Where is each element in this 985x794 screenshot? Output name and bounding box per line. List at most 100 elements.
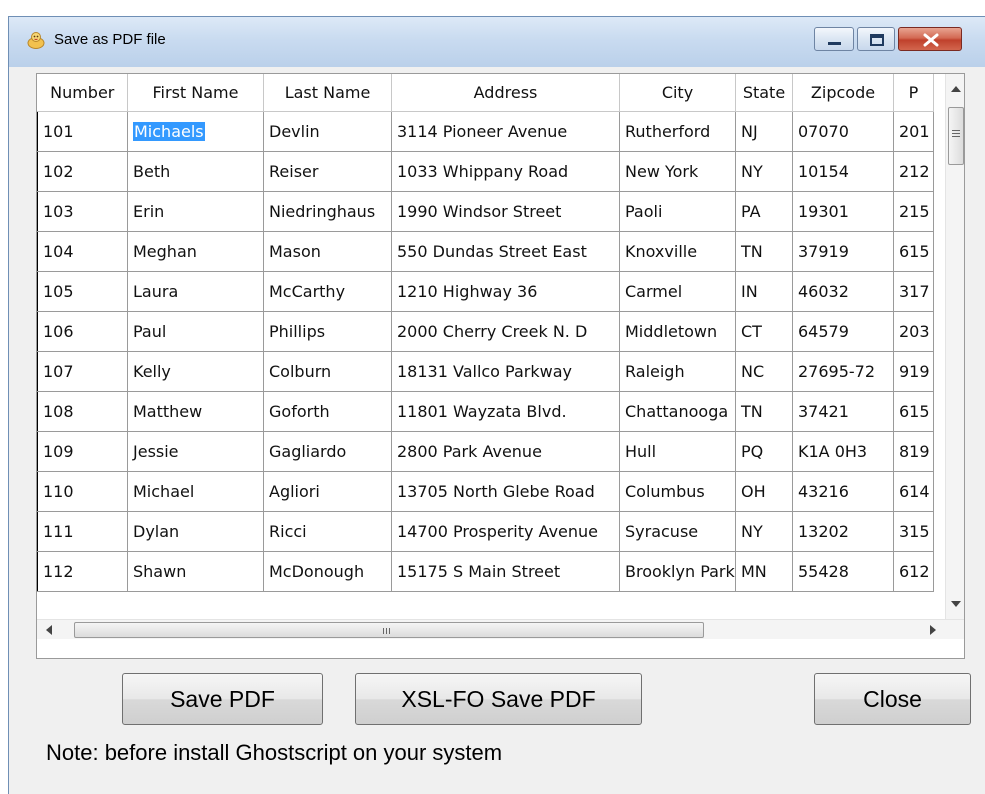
cell-phone[interactable]: 215 (893, 191, 934, 232)
cell-number[interactable]: 109 (37, 431, 128, 472)
cell-state[interactable]: TN (735, 391, 793, 432)
minimize-button[interactable] (814, 27, 854, 51)
column-header-address[interactable]: Address (391, 74, 620, 112)
cell-first-name[interactable]: Shawn (127, 551, 264, 592)
save-pdf-button[interactable]: Save PDF (122, 673, 323, 725)
horizontal-scrollbar[interactable] (37, 619, 964, 639)
cell-state[interactable]: TN (735, 231, 793, 272)
column-header-zipcode[interactable]: Zipcode (792, 74, 894, 112)
cell-first-name[interactable]: Erin (127, 191, 264, 232)
cell-first-name[interactable]: Dylan (127, 511, 264, 552)
scroll-left-arrow-icon[interactable] (46, 625, 52, 635)
cell-address[interactable]: 18131 Vallco Parkway (391, 351, 620, 392)
cell-last-name[interactable]: Mason (263, 231, 392, 272)
cell-state[interactable]: MN (735, 551, 793, 592)
cell-number[interactable]: 111 (37, 511, 128, 552)
table-row[interactable]: 106 Paul Phillips 2000 Cherry Creek N. D… (37, 311, 934, 352)
cell-last-name[interactable]: Niedringhaus (263, 191, 392, 232)
cell-zipcode[interactable]: 19301 (792, 191, 894, 232)
cell-first-name[interactable]: Paul (127, 311, 264, 352)
cell-city[interactable]: Paoli (619, 191, 736, 232)
horizontal-scroll-thumb[interactable] (74, 622, 704, 638)
cell-first-name[interactable]: Laura (127, 271, 264, 312)
cell-phone[interactable]: 201 (893, 111, 934, 152)
cell-last-name[interactable]: Goforth (263, 391, 392, 432)
table-row[interactable]: 108 Matthew Goforth 11801 Wayzata Blvd. … (37, 391, 934, 432)
cell-city[interactable]: Columbus (619, 471, 736, 512)
column-header-number[interactable]: Number (37, 74, 128, 112)
cell-first-name[interactable]: Matthew (127, 391, 264, 432)
cell-phone[interactable]: 819 (893, 431, 934, 472)
cell-city[interactable]: Syracuse (619, 511, 736, 552)
cell-city[interactable]: Carmel (619, 271, 736, 312)
cell-zipcode[interactable]: 46032 (792, 271, 894, 312)
cell-address[interactable]: 14700 Prosperity Avenue (391, 511, 620, 552)
cell-state[interactable]: CT (735, 311, 793, 352)
cell-zipcode[interactable]: 27695-72 (792, 351, 894, 392)
cell-city[interactable]: New York (619, 151, 736, 192)
data-table-view[interactable]: Number First Name Last Name Address City… (36, 73, 965, 659)
cell-phone[interactable]: 212 (893, 151, 934, 192)
cell-zipcode[interactable]: 55428 (792, 551, 894, 592)
cell-city[interactable]: Raleigh (619, 351, 736, 392)
cell-zipcode[interactable]: 37919 (792, 231, 894, 272)
table-row[interactable]: 104 Meghan Mason 550 Dundas Street East … (37, 231, 934, 272)
cell-number[interactable]: 106 (37, 311, 128, 352)
cell-address[interactable]: 1210 Highway 36 (391, 271, 620, 312)
cell-state[interactable]: NY (735, 151, 793, 192)
cell-last-name[interactable]: Agliori (263, 471, 392, 512)
cell-first-name[interactable]: Meghan (127, 231, 264, 272)
cell-state[interactable]: NJ (735, 111, 793, 152)
cell-phone[interactable]: 615 (893, 391, 934, 432)
column-header-city[interactable]: City (619, 74, 736, 112)
cell-city[interactable]: Hull (619, 431, 736, 472)
maximize-button[interactable] (857, 27, 895, 51)
title-bar[interactable]: Save as PDF file (9, 17, 985, 67)
cell-last-name[interactable]: Colburn (263, 351, 392, 392)
data-grid[interactable]: Number First Name Last Name Address City… (37, 74, 945, 619)
cell-state[interactable]: IN (735, 271, 793, 312)
cell-address[interactable]: 13705 North Glebe Road (391, 471, 620, 512)
cell-zipcode[interactable]: K1A 0H3 (792, 431, 894, 472)
cell-first-name[interactable]: Jessie (127, 431, 264, 472)
cell-phone[interactable]: 614 (893, 471, 934, 512)
cell-address[interactable]: 2800 Park Avenue (391, 431, 620, 472)
table-row[interactable]: 103 Erin Niedringhaus 1990 Windsor Stree… (37, 191, 934, 232)
cell-last-name[interactable]: Reiser (263, 151, 392, 192)
cell-last-name[interactable]: McDonough (263, 551, 392, 592)
column-header-state[interactable]: State (735, 74, 793, 112)
column-header-first-name[interactable]: First Name (127, 74, 264, 112)
cell-number[interactable]: 103 (37, 191, 128, 232)
vertical-scroll-thumb[interactable] (948, 107, 964, 165)
cell-zipcode[interactable]: 10154 (792, 151, 894, 192)
cell-address[interactable]: 1990 Windsor Street (391, 191, 620, 232)
cell-address[interactable]: 3114 Pioneer Avenue (391, 111, 620, 152)
xslfo-save-pdf-button[interactable]: XSL-FO Save PDF (355, 673, 642, 725)
cell-zipcode[interactable]: 64579 (792, 311, 894, 352)
vertical-scrollbar[interactable] (945, 74, 964, 619)
cell-state[interactable]: NC (735, 351, 793, 392)
cell-number[interactable]: 102 (37, 151, 128, 192)
cell-first-name[interactable]: Beth (127, 151, 264, 192)
cell-address[interactable]: 2000 Cherry Creek N. D (391, 311, 620, 352)
column-header-phone[interactable]: P (893, 74, 934, 112)
cell-phone[interactable]: 615 (893, 231, 934, 272)
table-row[interactable]: 110 Michael Agliori 13705 North Glebe Ro… (37, 471, 934, 512)
cell-city[interactable]: Chattanooga (619, 391, 736, 432)
scroll-right-arrow-icon[interactable] (930, 625, 936, 635)
cell-zipcode[interactable]: 43216 (792, 471, 894, 512)
cell-phone[interactable]: 203 (893, 311, 934, 352)
table-row[interactable]: 109 Jessie Gagliardo 2800 Park Avenue Hu… (37, 431, 934, 472)
cell-address[interactable]: 15175 S Main Street (391, 551, 620, 592)
cell-last-name[interactable]: Devlin (263, 111, 392, 152)
cell-state[interactable]: OH (735, 471, 793, 512)
cell-number[interactable]: 105 (37, 271, 128, 312)
cell-phone[interactable]: 315 (893, 511, 934, 552)
scroll-down-arrow-icon[interactable] (951, 601, 961, 607)
table-row[interactable]: 111 Dylan Ricci 14700 Prosperity Avenue … (37, 511, 934, 552)
cell-phone[interactable]: 919 (893, 351, 934, 392)
cell-city[interactable]: Brooklyn Park (619, 551, 736, 592)
table-row[interactable]: 107 Kelly Colburn 18131 Vallco Parkway R… (37, 351, 934, 392)
cell-last-name[interactable]: Phillips (263, 311, 392, 352)
cell-city[interactable]: Rutherford (619, 111, 736, 152)
